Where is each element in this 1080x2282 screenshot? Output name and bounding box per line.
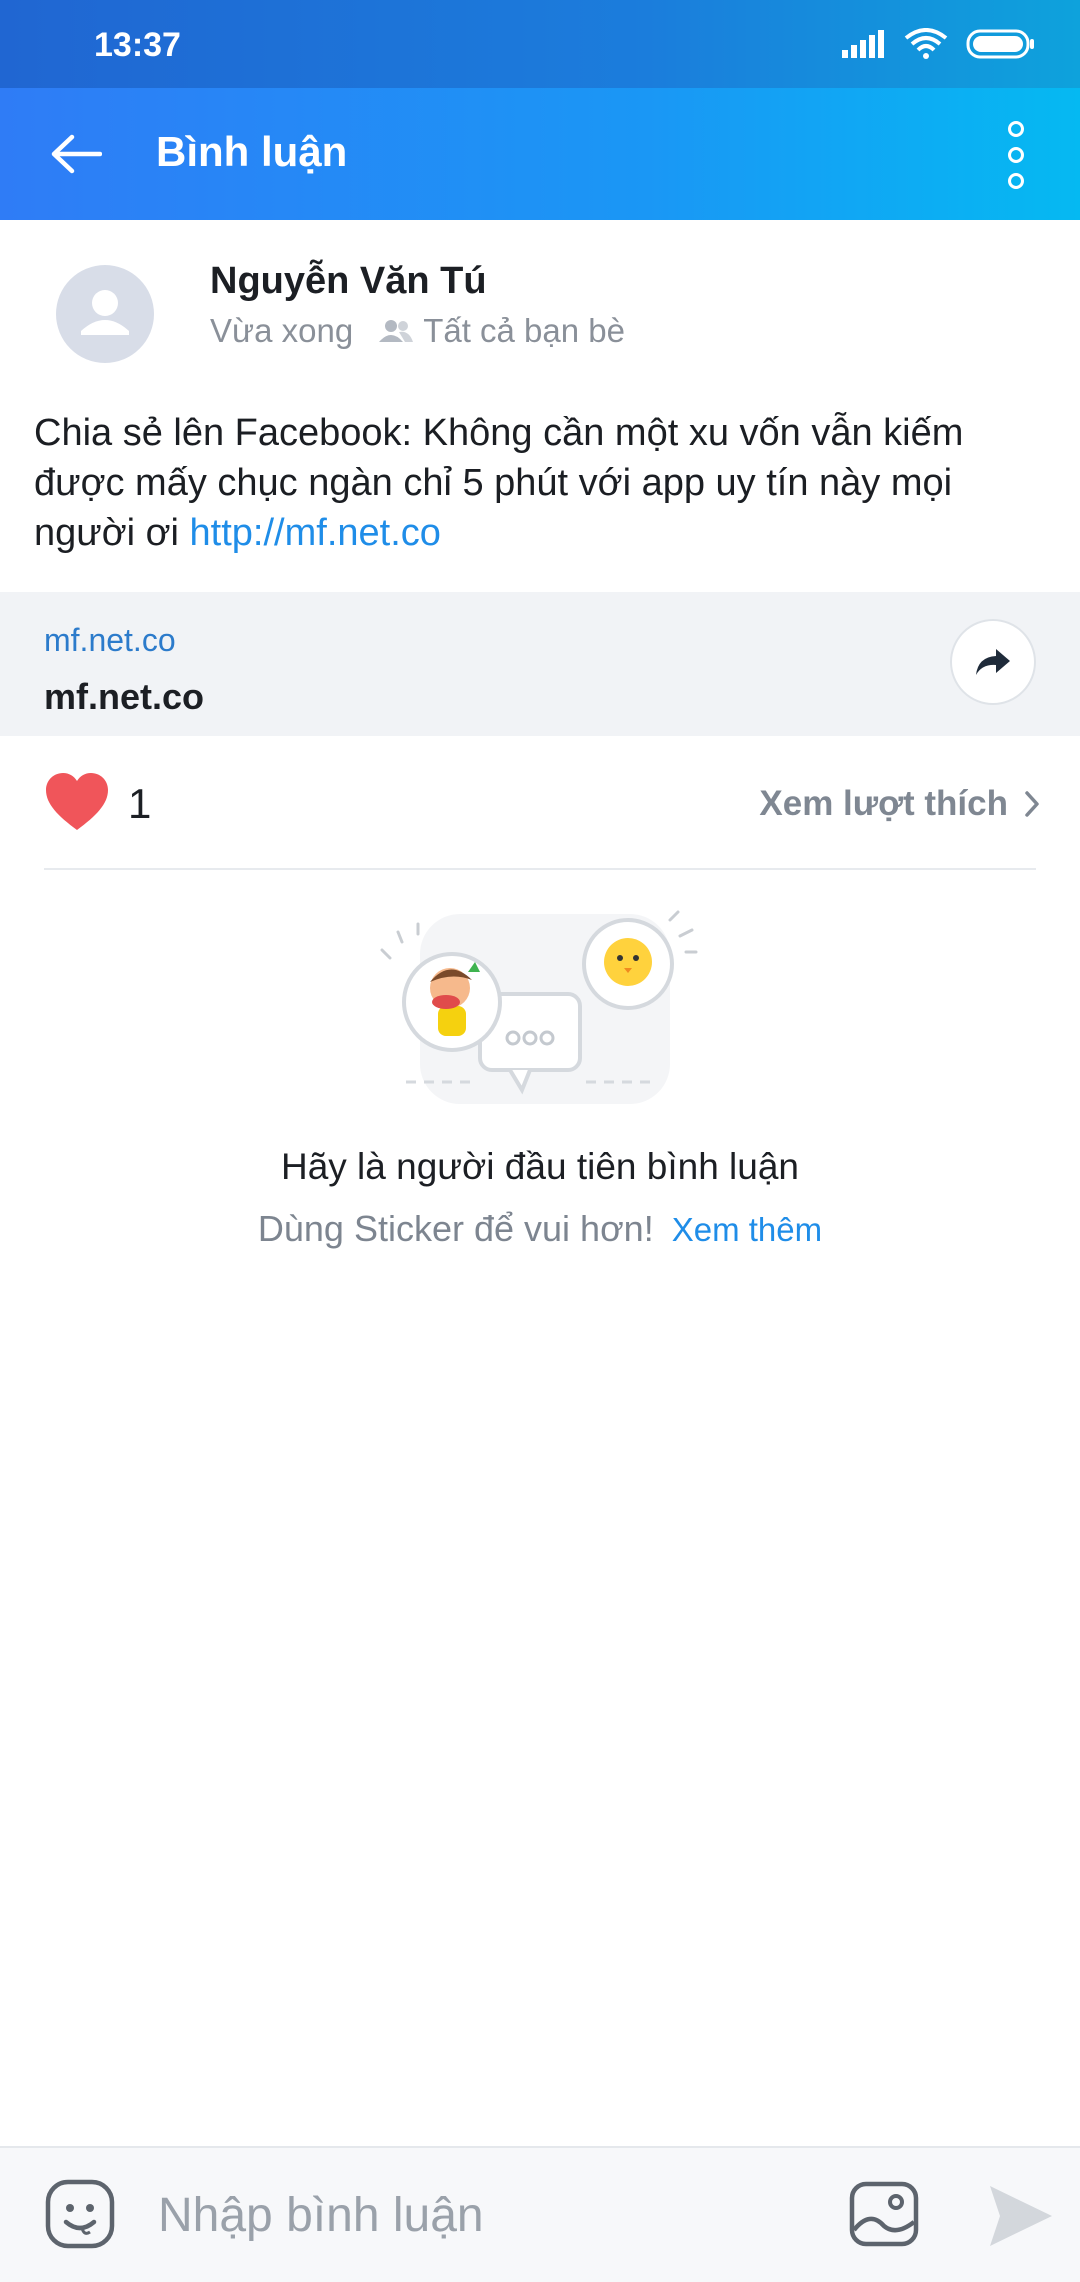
divider — [44, 868, 1036, 870]
status-icons — [842, 28, 1036, 60]
status-bar: 13:37 — [0, 0, 1080, 88]
post-meta: Vừa xong Tất cả bạn bè — [210, 312, 625, 350]
empty-state-subtitle-text: Dùng Sticker để vui hơn! — [257, 1208, 654, 1249]
see-more-link[interactable]: Xem thêm — [672, 1211, 822, 1248]
send-icon — [990, 2186, 1052, 2246]
heart-icon — [46, 773, 108, 830]
signal-icon — [842, 30, 884, 58]
link-domain: mf.net.co — [44, 622, 176, 658]
chat-stickers-illustration — [380, 910, 698, 1104]
post-header: Nguyễn Văn Tú Vừa xong Tất cả bạn bè — [0, 220, 1080, 370]
post-time: Vừa xong — [210, 312, 354, 349]
page-title: Bình luận — [156, 128, 348, 175]
status-time: 13:37 — [94, 26, 181, 64]
friends-icon — [379, 320, 414, 342]
more-vertical-dot — [1008, 147, 1024, 163]
comment-input[interactable] — [156, 2176, 800, 2254]
back-arrow-icon — [51, 134, 102, 174]
empty-state-title: Hãy là người đầu tiên bình luận — [280, 1146, 800, 1187]
app-bar: Bình luận — [0, 88, 1080, 220]
emoji-button[interactable] — [44, 2178, 116, 2250]
image-button[interactable] — [848, 2180, 920, 2248]
default-avatar-icon — [81, 290, 129, 335]
empty-state-subtitle: Dùng Sticker để vui hơn! Xem thêm — [0, 1208, 1080, 1250]
send-button[interactable] — [984, 2182, 1056, 2250]
chevron-right-icon — [1025, 791, 1039, 817]
link-preview-card[interactable]: mf.net.co mf.net.co — [0, 592, 1080, 736]
see-likes-label: Xem lượt thích — [759, 784, 1008, 823]
wifi-icon — [904, 28, 948, 59]
more-options-button[interactable] — [992, 120, 1040, 190]
audience-label: Tất cả bạn bè — [423, 312, 625, 349]
more-vertical-icon — [1008, 121, 1024, 137]
share-button[interactable] — [950, 619, 1036, 705]
image-icon — [849, 2181, 919, 2247]
link-title: mf.net.co — [44, 676, 205, 717]
post-body: Chia sẻ lên Facebook: Không cần một xu v… — [34, 412, 964, 554]
post-inline-link[interactable]: http://mf.net.co — [190, 512, 441, 554]
see-likes-link[interactable]: Xem lượt thích — [759, 784, 1040, 824]
post-audience: Tất cả bạn bè — [379, 312, 625, 350]
back-button[interactable] — [40, 118, 112, 190]
author-name[interactable]: Nguyễn Văn Tú — [210, 260, 487, 303]
post-text: Chia sẻ lên Facebook: Không cần một xu v… — [34, 408, 1044, 558]
like-count: 1 — [128, 780, 152, 827]
avatar[interactable] — [56, 265, 154, 363]
like-button[interactable] — [44, 772, 110, 837]
empty-comments-illustration — [380, 906, 700, 1116]
battery-icon — [966, 29, 1034, 59]
comment-composer — [0, 2146, 1080, 2282]
emoji-icon — [45, 2179, 115, 2249]
more-vertical-dot — [1008, 173, 1024, 189]
share-arrow-icon — [976, 649, 1010, 675]
likes-row: 1 Xem lượt thích — [0, 736, 1080, 870]
